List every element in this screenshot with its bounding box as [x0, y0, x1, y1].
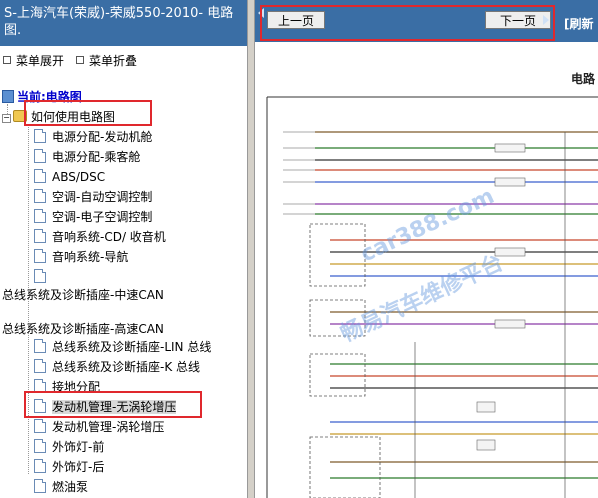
square-icon: [3, 56, 11, 64]
document-icon: [34, 189, 46, 203]
document-icon: [34, 129, 46, 143]
document-icon: [34, 149, 46, 163]
tree-item[interactable]: 电源分配-发动机舱: [34, 128, 152, 146]
document-title: S-上海汽车(荣威)-荣威550-2010- 电路图.: [0, 0, 247, 46]
highlight-box: [260, 5, 555, 41]
square-icon: [76, 56, 84, 64]
tree-item[interactable]: ABS/DSC: [34, 168, 105, 186]
document-icon: [34, 269, 46, 283]
svg-text:car388.com: car388.com: [357, 184, 498, 268]
document-icon: [34, 419, 46, 433]
document-icon: [34, 339, 46, 353]
tree-item[interactable]: [34, 268, 52, 286]
tree-item[interactable]: 总线系统及诊断插座-高速CAN: [2, 320, 164, 338]
tree-item[interactable]: 总线系统及诊断插座-K 总线: [34, 358, 200, 376]
tree-item[interactable]: 音响系统-导航: [34, 248, 128, 266]
tree-item[interactable]: 电源分配-乘客舱: [34, 148, 140, 166]
left-panel: S-上海汽车(荣威)-荣威550-2010- 电路图. 菜单展开 菜单折叠 当前…: [0, 0, 247, 498]
highlight-box: [24, 100, 152, 126]
tree-item[interactable]: 燃油泵: [34, 478, 88, 496]
circuit-diagram: car388.com 畅易汽车维修平台: [266, 96, 598, 498]
circuit-diagram-view: car388.com 畅易汽车维修平台 电路: [255, 42, 598, 498]
diagram-title: 电路: [571, 72, 596, 86]
document-icon: [34, 249, 46, 263]
refresh-link[interactable]: [刷新: [564, 15, 594, 32]
document-icon: [34, 209, 46, 223]
tree-item[interactable]: 音响系统-CD/ 收音机: [34, 228, 166, 246]
computer-icon: [2, 90, 14, 103]
collapse-menu-button[interactable]: 菜单折叠: [76, 52, 137, 69]
highlight-box: [24, 391, 202, 418]
document-icon: [34, 359, 46, 373]
document-icon: [34, 459, 46, 473]
tree-item[interactable]: 外饰灯-后: [34, 458, 104, 476]
document-icon: [34, 169, 46, 183]
tree-item[interactable]: 总线系统及诊断插座-中速CAN: [2, 286, 164, 304]
right-panel: 上一页 下一页 [刷新 car388.com 畅易汽车维修平台 电路: [255, 0, 598, 498]
tree-item[interactable]: 空调-电子空调控制: [34, 208, 152, 226]
tree-item[interactable]: 发动机管理-涡轮增压: [34, 418, 164, 436]
tree-item[interactable]: 空调-自动空调控制: [34, 188, 152, 206]
collapse-node-icon: −: [2, 113, 11, 123]
document-icon: [34, 229, 46, 243]
expand-menu-button[interactable]: 菜单展开: [3, 52, 64, 69]
tree-item[interactable]: 外饰灯-前: [34, 438, 104, 456]
panel-splitter[interactable]: [247, 0, 255, 498]
document-icon: [34, 439, 46, 453]
document-icon: [34, 479, 46, 493]
tree-item[interactable]: 总线系统及诊断插座-LIN 总线: [34, 338, 211, 356]
